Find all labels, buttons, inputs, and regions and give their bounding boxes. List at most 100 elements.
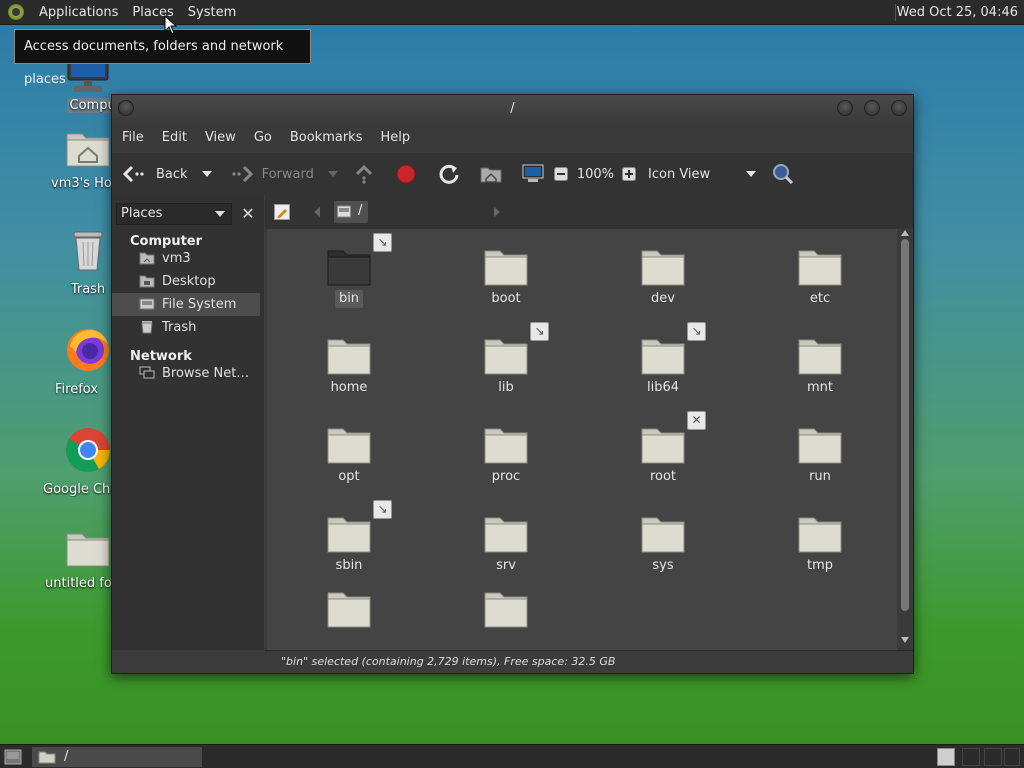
search-icon [773, 164, 794, 185]
zoom-out-button[interactable] [553, 153, 568, 195]
side-item-trash[interactable]: Trash [112, 316, 260, 339]
back-history-dropdown-icon[interactable] [201, 171, 212, 177]
menu-file[interactable]: File [112, 123, 153, 153]
menu-bookmarks[interactable]: Bookmarks [281, 123, 372, 153]
folder-icon [798, 250, 842, 286]
menu-go[interactable]: Go [245, 123, 281, 153]
side-item-file-system[interactable]: File System [112, 293, 260, 316]
network-icon [139, 366, 155, 379]
file-item[interactable]: ✕ root [603, 411, 723, 486]
system-menu[interactable]: System [181, 0, 243, 25]
vertical-scrollbar[interactable] [898, 229, 912, 650]
close-side-pane-icon[interactable]: ✕ [238, 203, 258, 225]
file-manager-window: / File Edit View Go Bookmarks Help Back … [111, 94, 914, 674]
menu-edit[interactable]: Edit [153, 123, 196, 153]
maximize-button[interactable] [864, 100, 880, 116]
taskbar-button-label: / [64, 749, 69, 764]
folder-icon [327, 517, 371, 553]
up-button[interactable] [354, 153, 374, 195]
side-item-desktop[interactable]: Desktop [112, 270, 260, 293]
computer-icon [522, 164, 544, 182]
path-scroll-left-icon[interactable] [314, 207, 320, 217]
home-button[interactable] [480, 153, 502, 195]
path-scroll-right-icon[interactable] [494, 207, 500, 217]
file-item[interactable]: srv [446, 514, 566, 575]
file-item[interactable]: ↘ bin [289, 233, 409, 308]
window-menu-button[interactable] [118, 100, 134, 116]
file-item[interactable]: proc [446, 425, 566, 486]
firefox-icon [67, 329, 109, 371]
zoom-in-button[interactable] [622, 153, 637, 195]
workspace-3[interactable] [984, 748, 1002, 766]
scrollbar-thumb[interactable] [901, 239, 909, 611]
scroll-up-icon[interactable] [901, 230, 909, 236]
file-item[interactable]: ↘ lib [446, 322, 566, 397]
forward-button[interactable]: Forward [230, 153, 338, 195]
side-item-browse-network[interactable]: Browse Net… [112, 362, 260, 385]
folder-icon [484, 517, 528, 553]
file-name: dev [651, 291, 675, 306]
forward-history-dropdown-icon[interactable] [327, 171, 338, 177]
file-item[interactable]: opt [289, 425, 409, 486]
folder-icon [641, 517, 685, 553]
file-item[interactable]: run [760, 425, 880, 486]
file-item[interactable]: home [289, 336, 409, 397]
computer-button[interactable] [522, 153, 544, 195]
show-desktop-icon[interactable] [4, 749, 22, 765]
file-item[interactable]: tmp [760, 514, 880, 575]
path-bar: / [265, 195, 913, 229]
main-menu-logo-icon[interactable] [8, 4, 24, 20]
forward-arrow-icon [231, 165, 253, 183]
folder-icon [484, 339, 528, 375]
file-item[interactable]: boot [446, 247, 566, 308]
folder-icon [327, 250, 371, 286]
folder-icon [641, 250, 685, 286]
file-item[interactable] [446, 589, 566, 644]
side-item-label: Browse Net… [162, 366, 250, 381]
scroll-down-icon[interactable] [901, 637, 909, 643]
file-item[interactable]: sys [603, 514, 723, 575]
file-item[interactable]: ↘ lib64 [603, 322, 723, 397]
drive-icon [139, 298, 155, 310]
file-name: boot [491, 291, 521, 306]
minimize-button[interactable] [837, 100, 853, 116]
path-segment-root[interactable]: / [334, 201, 368, 223]
reload-button[interactable] [438, 153, 460, 195]
edit-location-icon[interactable] [274, 204, 290, 220]
icon-view[interactable]: ↘ bin boot dev etc home ↘ lib ↘ lib64 mnt opt proc ✕ r… [267, 229, 897, 650]
home-folder-icon [480, 167, 502, 183]
file-item[interactable]: dev [603, 247, 723, 308]
applications-menu[interactable]: Applications [32, 0, 125, 25]
file-item[interactable] [289, 589, 409, 644]
taskbar-button-file-manager[interactable]: / [32, 747, 202, 767]
file-item[interactable]: etc [760, 247, 880, 308]
file-item[interactable]: ↘ sbin [289, 500, 409, 575]
side-pane-selector-value: Places [121, 206, 163, 221]
back-button[interactable]: Back [122, 153, 212, 195]
menu-view[interactable]: View [196, 123, 245, 153]
clock[interactable]: Wed Oct 25, 04:46 [897, 0, 1018, 25]
window-titlebar[interactable]: / [112, 95, 913, 123]
no-access-emblem-icon: ✕ [687, 411, 706, 430]
file-name: bin [334, 290, 364, 308]
workspace-4[interactable] [1004, 748, 1020, 766]
view-mode-select[interactable]: Icon View [648, 153, 760, 195]
side-pane-selector[interactable]: Places [116, 203, 232, 225]
side-item-vm3[interactable]: vm3 [112, 247, 260, 270]
symlink-emblem-icon: ↘ [687, 322, 706, 341]
chrome-icon [66, 428, 110, 472]
zoom-level[interactable]: 100% [577, 153, 614, 195]
side-item-label: vm3 [162, 251, 191, 266]
close-button[interactable] [891, 100, 907, 116]
forward-label: Forward [261, 166, 314, 182]
folder-icon [798, 517, 842, 553]
stop-button[interactable] [396, 153, 416, 195]
workspace-2[interactable] [962, 748, 980, 766]
workspace-1[interactable] [937, 748, 955, 766]
file-item[interactable]: mnt [760, 336, 880, 397]
search-button[interactable] [772, 153, 794, 195]
trash-icon [141, 321, 153, 334]
menu-help[interactable]: Help [371, 123, 419, 153]
home-folder-icon [66, 133, 110, 167]
folder-icon [327, 428, 371, 464]
